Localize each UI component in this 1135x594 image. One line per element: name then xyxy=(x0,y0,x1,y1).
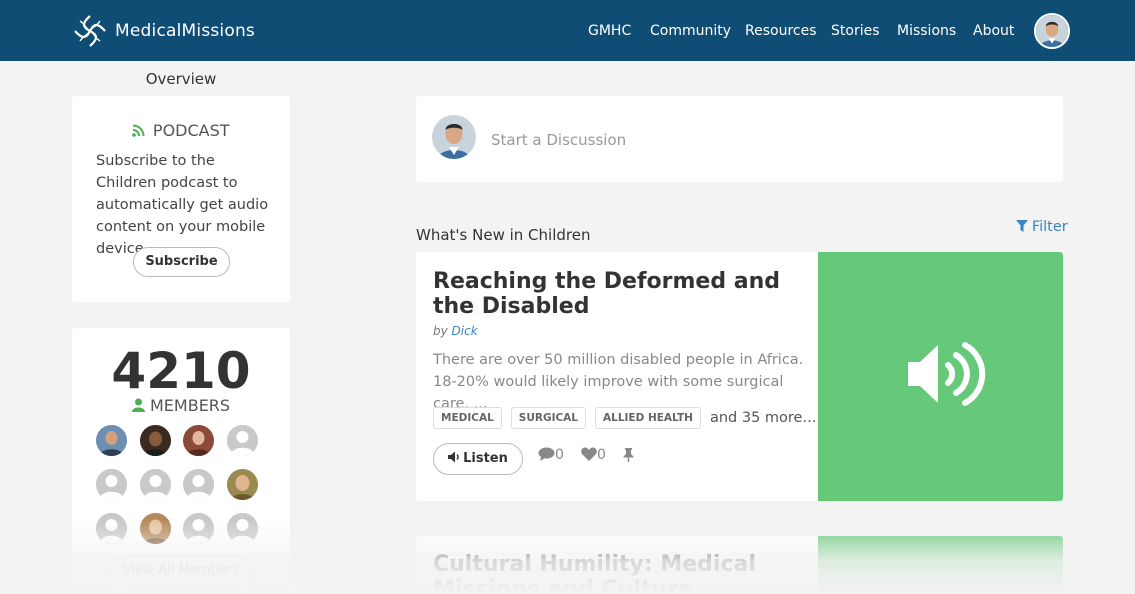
members-label: MEMBERS xyxy=(72,396,290,415)
start-discussion-card[interactable]: Start a Discussion xyxy=(416,96,1063,182)
heart-icon xyxy=(581,447,597,461)
members-label-text: MEMBERS xyxy=(150,396,231,415)
start-discussion-input[interactable]: Start a Discussion xyxy=(491,131,626,149)
filter-icon xyxy=(1016,220,1032,234)
post-audio-thumbnail[interactable] xyxy=(818,252,1063,501)
member-avatar-placeholder[interactable] xyxy=(96,469,127,500)
member-avatar-placeholder[interactable] xyxy=(96,513,127,544)
like-count[interactable]: 0 xyxy=(581,447,606,463)
post-thumbnail[interactable] xyxy=(818,536,1063,594)
member-avatar[interactable] xyxy=(140,513,171,544)
filter-label: Filter xyxy=(1031,219,1068,235)
podcast-title-text: PODCAST xyxy=(152,121,230,140)
tag-allied-health[interactable]: ALLIED HEALTH xyxy=(595,407,701,429)
user-avatar xyxy=(432,115,476,159)
member-avatar[interactable] xyxy=(183,425,214,456)
post-author-link[interactable]: Dick xyxy=(452,324,478,338)
member-avatar-placeholder[interactable] xyxy=(140,469,171,500)
overview-label[interactable]: Overview xyxy=(72,70,290,88)
member-count: 4210 xyxy=(111,342,251,400)
filter-button[interactable]: Filter xyxy=(1016,219,1068,235)
like-count-value: 0 xyxy=(597,447,606,463)
rss-icon xyxy=(132,124,149,140)
nav-community[interactable]: Community xyxy=(650,23,731,39)
feed-post[interactable]: Reaching the Deformed and the Disabled b… xyxy=(416,252,1063,501)
logo-icon xyxy=(74,15,106,47)
section-title: What's New in Children xyxy=(416,226,591,244)
volume-icon xyxy=(448,451,459,463)
logo-text: MedicalMissions xyxy=(115,21,255,41)
speaker-icon xyxy=(908,342,986,406)
listen-button[interactable]: Listen xyxy=(433,443,523,475)
tag-surgical[interactable]: SURGICAL xyxy=(510,407,587,429)
comment-icon xyxy=(538,447,555,461)
tag-medical[interactable]: MEDICAL xyxy=(433,407,502,429)
listen-label: Listen xyxy=(463,451,508,466)
byline-prefix: by xyxy=(433,324,448,338)
member-avatar-placeholder[interactable] xyxy=(183,469,214,500)
nav-missions[interactable]: Missions xyxy=(897,23,956,39)
more-tags-link[interactable]: and 35 more... xyxy=(710,410,816,426)
feed-post[interactable]: Cultural Humility: Medical Missions and … xyxy=(416,536,1063,594)
podcast-card: PODCAST Subscribe to the Children podcas… xyxy=(72,96,290,302)
pin-icon[interactable] xyxy=(623,448,634,467)
post-excerpt: There are over 50 million disabled peopl… xyxy=(433,352,804,412)
member-avatar[interactable] xyxy=(227,469,258,500)
member-avatar[interactable] xyxy=(140,425,171,456)
post-tags: MEDICAL SURGICAL ALLIED HEALTH and 35 mo… xyxy=(433,407,816,429)
comment-count[interactable]: 0 xyxy=(538,447,564,463)
subscribe-button[interactable]: Subscribe xyxy=(133,247,230,277)
site-logo[interactable]: MedicalMissions xyxy=(72,13,255,49)
podcast-description: Subscribe to the Children podcast to aut… xyxy=(96,153,269,257)
user-avatar[interactable] xyxy=(1034,13,1070,49)
nav-stories[interactable]: Stories xyxy=(831,23,880,39)
member-avatar-placeholder[interactable] xyxy=(227,513,258,544)
post-title[interactable]: Cultural Humility: Medical Missions and … xyxy=(433,552,813,594)
member-avatar-placeholder[interactable] xyxy=(183,513,214,544)
view-all-members-button[interactable]: View All Members xyxy=(110,556,252,588)
podcast-title: PODCAST xyxy=(72,121,290,140)
person-icon xyxy=(131,396,150,415)
comment-count-value: 0 xyxy=(555,447,564,463)
nav-gmhc[interactable]: GMHC xyxy=(588,23,631,39)
member-avatar[interactable] xyxy=(96,425,127,456)
member-avatar-placeholder[interactable] xyxy=(227,425,258,456)
members-card: 4210 MEMBERS View All Members xyxy=(72,328,290,594)
nav-resources[interactable]: Resources xyxy=(745,23,817,39)
post-title[interactable]: Reaching the Deformed and the Disabled xyxy=(433,269,793,319)
top-navigation-bar: MedicalMissions GMHC Community Resources… xyxy=(0,0,1135,61)
nav-about[interactable]: About xyxy=(973,23,1014,39)
post-byline: by Dick xyxy=(433,324,478,338)
